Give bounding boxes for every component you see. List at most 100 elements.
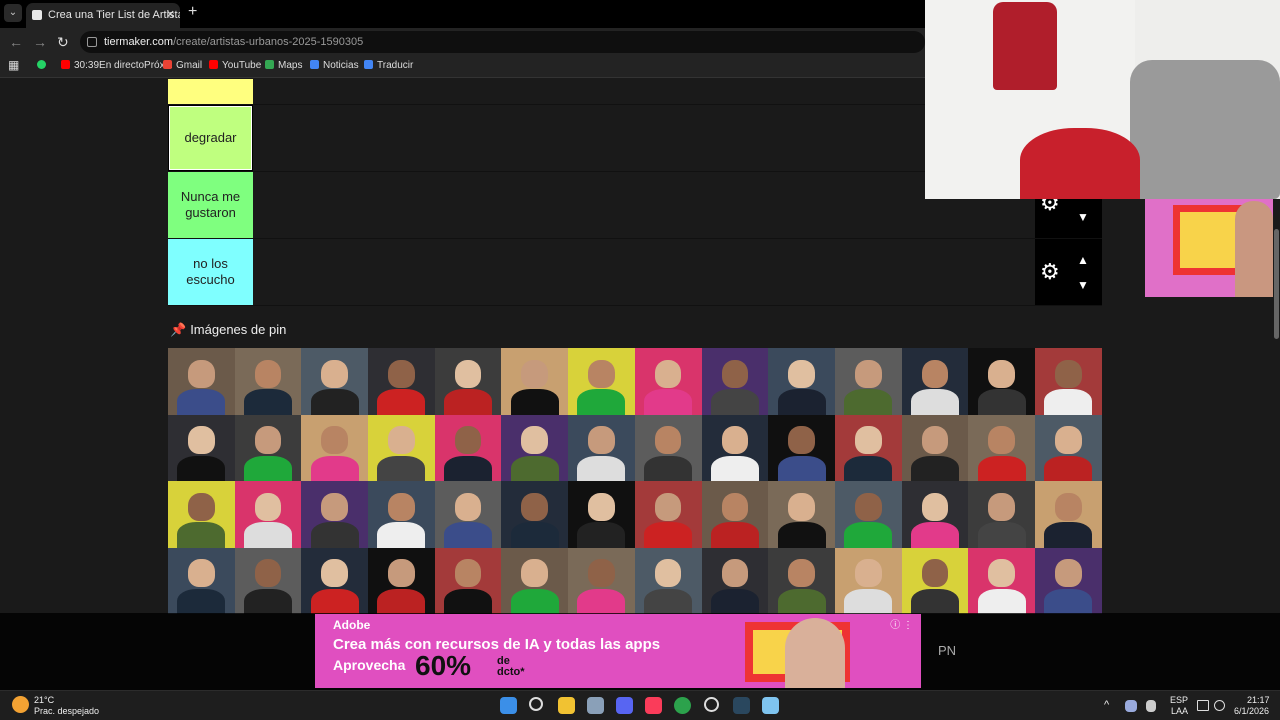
chevron-down-icon[interactable]: ▼ bbox=[1077, 210, 1089, 224]
steam-icon[interactable] bbox=[733, 697, 750, 714]
pin-artist-image[interactable] bbox=[234, 348, 302, 415]
start-icon[interactable] bbox=[500, 697, 517, 714]
obs-icon[interactable] bbox=[704, 697, 719, 712]
file-explorer-icon[interactable] bbox=[558, 697, 575, 714]
pin-artist-image[interactable] bbox=[301, 414, 369, 481]
pin-artist-image[interactable] bbox=[701, 547, 769, 614]
gear-icon[interactable]: ⚙ bbox=[1040, 259, 1060, 285]
pin-artist-image[interactable] bbox=[768, 481, 835, 548]
pin-artist-image[interactable] bbox=[968, 547, 1035, 614]
pin-artist-image[interactable] bbox=[968, 348, 1035, 415]
tray-chevron-up-icon[interactable]: ^ bbox=[1104, 699, 1109, 711]
pin-artist-image[interactable] bbox=[968, 414, 1035, 481]
pin-artist-image[interactable] bbox=[234, 547, 302, 614]
network-icon[interactable] bbox=[1197, 700, 1209, 711]
pin-artist-image[interactable] bbox=[634, 547, 702, 614]
bookmark-gmail[interactable]: Gmail bbox=[163, 60, 202, 71]
pin-artist-image[interactable] bbox=[568, 481, 635, 548]
bookmark-live[interactable]: 30:39En directoPróx... bbox=[61, 60, 173, 71]
bookmark-news[interactable]: Noticias bbox=[310, 60, 359, 71]
pin-artist-image[interactable] bbox=[368, 481, 435, 548]
pin-artist-image[interactable] bbox=[768, 547, 835, 614]
pin-artist-image[interactable] bbox=[1034, 481, 1102, 548]
pin-artist-image[interactable] bbox=[701, 414, 769, 481]
tier-label[interactable]: no los escucho bbox=[168, 239, 253, 305]
pin-artist-image[interactable] bbox=[901, 414, 969, 481]
pin-artist-image[interactable] bbox=[834, 414, 902, 481]
pin-artist-image[interactable] bbox=[634, 348, 702, 415]
url-field[interactable]: tiermaker.com/create/artistas-urbanos-20… bbox=[80, 31, 925, 53]
discord-icon[interactable] bbox=[616, 697, 633, 714]
forward-arrow-icon[interactable]: → bbox=[33, 34, 47, 50]
pin-artist-image[interactable] bbox=[368, 348, 435, 415]
tier-label[interactable] bbox=[168, 79, 253, 104]
notepad-icon[interactable] bbox=[762, 697, 779, 714]
pin-artist-image[interactable] bbox=[834, 547, 902, 614]
pin-artist-image[interactable] bbox=[234, 414, 302, 481]
bookmark-whatsapp[interactable] bbox=[37, 60, 50, 71]
tab-search-button[interactable]: ⌄ bbox=[4, 4, 22, 22]
pin-artist-image[interactable] bbox=[568, 348, 635, 415]
chevron-up-icon[interactable]: ▲ bbox=[1077, 253, 1089, 267]
pin-artist-image[interactable] bbox=[968, 481, 1035, 548]
side-ad-image[interactable] bbox=[1145, 199, 1273, 297]
pin-artist-image[interactable] bbox=[434, 547, 502, 614]
pin-artist-image[interactable] bbox=[234, 481, 302, 548]
pin-artist-image[interactable] bbox=[368, 414, 435, 481]
onedrive-icon[interactable] bbox=[1125, 700, 1137, 712]
bookmark-youtube[interactable]: YouTube bbox=[209, 60, 261, 71]
search-icon[interactable] bbox=[529, 697, 543, 711]
pin-artist-image[interactable] bbox=[434, 348, 502, 415]
ad-info-icon[interactable]: ⓘ ⋮ bbox=[890, 616, 913, 631]
tier-row[interactable]: no los escucho ⚙ ▲ ▼ bbox=[168, 239, 1102, 306]
pin-artist-image[interactable] bbox=[501, 414, 569, 481]
pin-artist-image[interactable] bbox=[168, 547, 235, 614]
new-tab-button[interactable]: + bbox=[188, 3, 197, 21]
pin-artist-image[interactable] bbox=[1034, 547, 1102, 614]
pin-artist-image[interactable] bbox=[168, 348, 235, 415]
back-arrow-icon[interactable]: ← bbox=[9, 34, 23, 50]
tab-close-icon[interactable]: ✕ bbox=[166, 3, 175, 27]
chrome-icon[interactable] bbox=[674, 697, 691, 714]
pin-artist-image[interactable] bbox=[501, 547, 569, 614]
chevron-down-icon[interactable]: ▼ bbox=[1077, 278, 1089, 292]
browser-tab[interactable]: Crea una Tier List de Artistas U ✕ bbox=[26, 3, 180, 28]
weather-desc[interactable]: Prac. despejado bbox=[34, 706, 99, 716]
pin-artist-image[interactable] bbox=[568, 547, 635, 614]
music-icon[interactable] bbox=[645, 697, 662, 714]
microphone-icon[interactable] bbox=[1146, 700, 1156, 712]
pin-artist-image[interactable] bbox=[368, 547, 435, 614]
pin-artist-image[interactable] bbox=[501, 348, 569, 415]
pin-artist-image[interactable] bbox=[768, 414, 835, 481]
reload-icon[interactable]: ↻ bbox=[57, 34, 69, 51]
pin-artist-image[interactable] bbox=[901, 481, 969, 548]
pin-artist-image[interactable] bbox=[701, 348, 769, 415]
pin-artist-image[interactable] bbox=[168, 414, 235, 481]
settings-icon[interactable] bbox=[587, 697, 604, 714]
weather-temp[interactable]: 21°C bbox=[34, 695, 54, 705]
volume-icon[interactable] bbox=[1214, 700, 1225, 711]
pin-artist-image[interactable] bbox=[568, 414, 635, 481]
tier-label[interactable]: degradar bbox=[168, 105, 253, 171]
pin-artist-image[interactable] bbox=[168, 481, 235, 548]
bookmark-maps[interactable]: Maps bbox=[265, 60, 302, 71]
pin-artist-image[interactable] bbox=[834, 348, 902, 415]
pin-artist-image[interactable] bbox=[501, 481, 569, 548]
adobe-banner-ad[interactable]: Adobe Crea más con recursos de IA y toda… bbox=[315, 614, 921, 688]
bookmark-translate[interactable]: Traducir bbox=[364, 60, 413, 71]
pin-artist-image[interactable] bbox=[1034, 414, 1102, 481]
pin-artist-image[interactable] bbox=[434, 414, 502, 481]
pin-artist-image[interactable] bbox=[301, 481, 369, 548]
pin-artist-image[interactable] bbox=[901, 547, 969, 614]
apps-grid-icon[interactable]: ▦ bbox=[8, 58, 19, 72]
pin-artist-image[interactable] bbox=[634, 414, 702, 481]
clock-time[interactable]: 21:17 bbox=[1247, 695, 1270, 705]
language-code[interactable]: ESP bbox=[1170, 695, 1188, 705]
weather-icon[interactable] bbox=[12, 696, 29, 713]
tier-label[interactable]: Nunca me gustaron bbox=[168, 172, 253, 238]
pin-artist-image[interactable] bbox=[834, 481, 902, 548]
pin-artist-image[interactable] bbox=[901, 348, 969, 415]
keyboard-layout[interactable]: LAA bbox=[1171, 706, 1188, 716]
scrollbar-thumb[interactable] bbox=[1274, 229, 1279, 339]
pin-artist-image[interactable] bbox=[768, 348, 835, 415]
